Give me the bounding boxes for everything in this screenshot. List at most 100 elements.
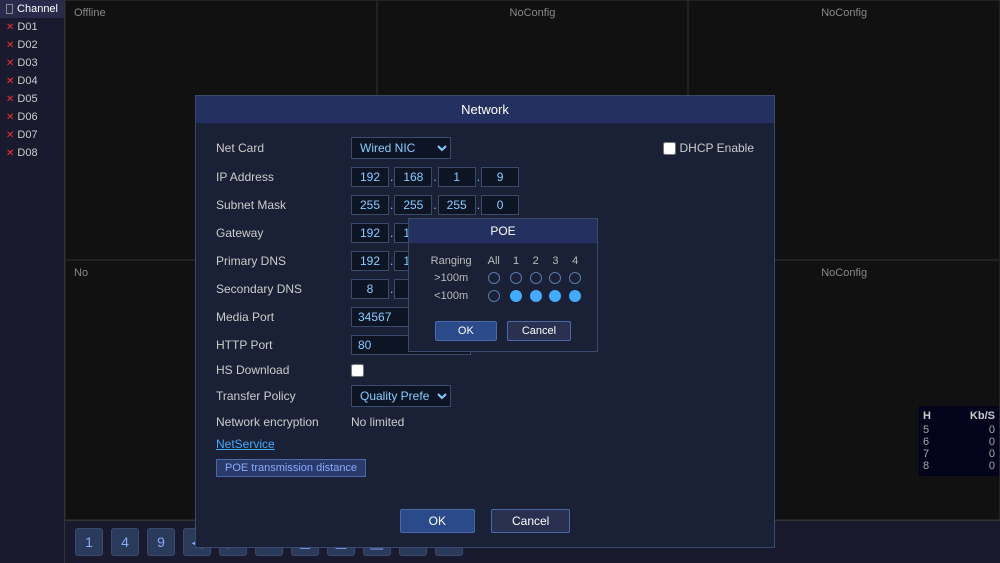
poe-table: Ranging All 1 2 3 4 >100m xyxy=(421,253,585,305)
poe-radio-lt100-2[interactable] xyxy=(530,290,542,302)
d01-status: ✕ xyxy=(6,22,14,33)
kbs-col-kbs: Kb/S xyxy=(970,410,995,422)
network-dialog-title: Network xyxy=(196,96,774,123)
net-card-select[interactable]: Wired NIC xyxy=(351,137,451,159)
poe-gt100-all[interactable] xyxy=(481,269,506,287)
gw-seg-1[interactable] xyxy=(351,223,389,243)
subnet-seg-2[interactable] xyxy=(394,195,432,215)
channel-item-d07[interactable]: ✕ D07 xyxy=(0,126,64,144)
network-enc-row: Network encryption No limited xyxy=(216,415,754,429)
hs-download-row: HS Download xyxy=(216,363,754,377)
kbs-col-h: H xyxy=(923,410,931,422)
poe-col-ranging: Ranging xyxy=(421,253,481,269)
poe-gt100-3[interactable] xyxy=(546,269,566,287)
kbs-row-8: 8 0 xyxy=(923,460,995,472)
poe-ok-button[interactable]: OK xyxy=(435,321,497,341)
ip-address-row: IP Address . . . xyxy=(216,167,754,187)
poe-col-1: 1 xyxy=(506,253,526,269)
poe-dialog: POE Ranging All 1 2 3 4 >100m xyxy=(408,218,598,352)
d02-label: D02 xyxy=(17,39,37,51)
transfer-policy-row: Transfer Policy Quality Prefe xyxy=(216,385,754,407)
poe-radio-gt100-4[interactable] xyxy=(569,272,581,284)
toolbar-btn-9[interactable]: 9 xyxy=(147,528,175,556)
dhcp-label: DHCP Enable xyxy=(680,141,754,155)
cell-1-label: Offline xyxy=(74,7,106,19)
poe-table-header: Ranging All 1 2 3 4 xyxy=(421,253,585,269)
kbs-ch-6: 6 xyxy=(923,436,929,448)
kbs-ch-8: 8 xyxy=(923,460,929,472)
d08-label: D08 xyxy=(17,147,37,159)
channel-item-d06[interactable]: ✕ D06 xyxy=(0,108,64,126)
poe-label-lt100: <100m xyxy=(421,287,481,305)
network-ok-button[interactable]: OK xyxy=(400,509,475,533)
kbs-val-7: 0 xyxy=(989,448,995,460)
kbs-val-8: 0 xyxy=(989,460,995,472)
poe-radio-gt100-2[interactable] xyxy=(530,272,542,284)
ip-seg-3[interactable] xyxy=(438,167,476,187)
poe-gt100-1[interactable] xyxy=(506,269,526,287)
subnet-seg-1[interactable] xyxy=(351,195,389,215)
poe-transmission-row: POE transmission distance xyxy=(216,459,754,477)
dhcp-checkbox[interactable] xyxy=(663,142,676,155)
poe-radio-lt100-1[interactable] xyxy=(510,290,522,302)
cell-4-label: No xyxy=(74,267,88,279)
kbs-val-6: 0 xyxy=(989,436,995,448)
subnet-seg-4[interactable] xyxy=(481,195,519,215)
subnet-row: Subnet Mask . . . xyxy=(216,195,754,215)
kbs-row-5: 5 0 xyxy=(923,424,995,436)
poe-gt100-2[interactable] xyxy=(526,269,546,287)
poe-label-gt100: >100m xyxy=(421,269,481,287)
kbs-ch-5: 5 xyxy=(923,424,929,436)
network-enc-value: No limited xyxy=(351,415,754,429)
kbs-row-7: 7 0 xyxy=(923,448,995,460)
toolbar-btn-1[interactable]: 1 xyxy=(75,528,103,556)
ip-seg-1[interactable] xyxy=(351,167,389,187)
poe-radio-gt100-all[interactable] xyxy=(488,272,500,284)
poe-radio-gt100-3[interactable] xyxy=(549,272,561,284)
cell-2-label: NoConfig xyxy=(510,7,556,19)
subnet-seg-3[interactable] xyxy=(438,195,476,215)
poe-radio-lt100-all[interactable] xyxy=(488,290,500,302)
d07-label: D07 xyxy=(17,129,37,141)
subnet-label: Subnet Mask xyxy=(216,198,351,212)
poe-lt100-all[interactable] xyxy=(481,287,506,305)
hs-download-label: HS Download xyxy=(216,363,351,377)
poe-radio-gt100-1[interactable] xyxy=(510,272,522,284)
channel-item-d05[interactable]: ✕ D05 xyxy=(0,90,64,108)
poe-row-gt100: >100m xyxy=(421,269,585,287)
poe-lt100-3[interactable] xyxy=(546,287,566,305)
channel-item-d02[interactable]: ✕ D02 xyxy=(0,36,64,54)
sdns-seg-1[interactable] xyxy=(351,279,389,299)
poe-lt100-4[interactable] xyxy=(565,287,585,305)
transfer-policy-select[interactable]: Quality Prefe xyxy=(351,385,451,407)
pdns-seg-1[interactable] xyxy=(351,251,389,271)
d03-label: D03 xyxy=(17,57,37,69)
poe-transmission-button[interactable]: POE transmission distance xyxy=(216,459,366,477)
ip-seg-4[interactable] xyxy=(481,167,519,187)
poe-lt100-2[interactable] xyxy=(526,287,546,305)
poe-lt100-1[interactable] xyxy=(506,287,526,305)
ip-seg-2[interactable] xyxy=(394,167,432,187)
network-cancel-button[interactable]: Cancel xyxy=(491,509,570,533)
poe-radio-lt100-4[interactable] xyxy=(569,290,581,302)
http-port-label: HTTP Port xyxy=(216,338,351,352)
poe-gt100-4[interactable] xyxy=(565,269,585,287)
poe-cancel-button[interactable]: Cancel xyxy=(507,321,571,341)
media-port-label: Media Port xyxy=(216,310,351,324)
net-service-row: NetService xyxy=(216,437,754,451)
transfer-policy-label: Transfer Policy xyxy=(216,389,351,403)
channel-item-d03[interactable]: ✕ D03 xyxy=(0,54,64,72)
channel-title-label: Channel xyxy=(17,3,58,15)
channel-item-d04[interactable]: ✕ D04 xyxy=(0,72,64,90)
channel-title: Channel xyxy=(0,0,64,18)
hs-download-checkbox[interactable] xyxy=(351,364,364,377)
poe-radio-lt100-3[interactable] xyxy=(549,290,561,302)
poe-dialog-title: POE xyxy=(409,219,597,243)
toolbar-btn-4[interactable]: 4 xyxy=(111,528,139,556)
channel-item-d01[interactable]: ✕ D01 xyxy=(0,18,64,36)
channel-item-d08[interactable]: ✕ D08 xyxy=(0,144,64,162)
net-card-label: Net Card xyxy=(216,141,351,155)
kbs-ch-7: 7 xyxy=(923,448,929,460)
net-service-link[interactable]: NetService xyxy=(216,437,275,451)
d07-status: ✕ xyxy=(6,130,14,141)
